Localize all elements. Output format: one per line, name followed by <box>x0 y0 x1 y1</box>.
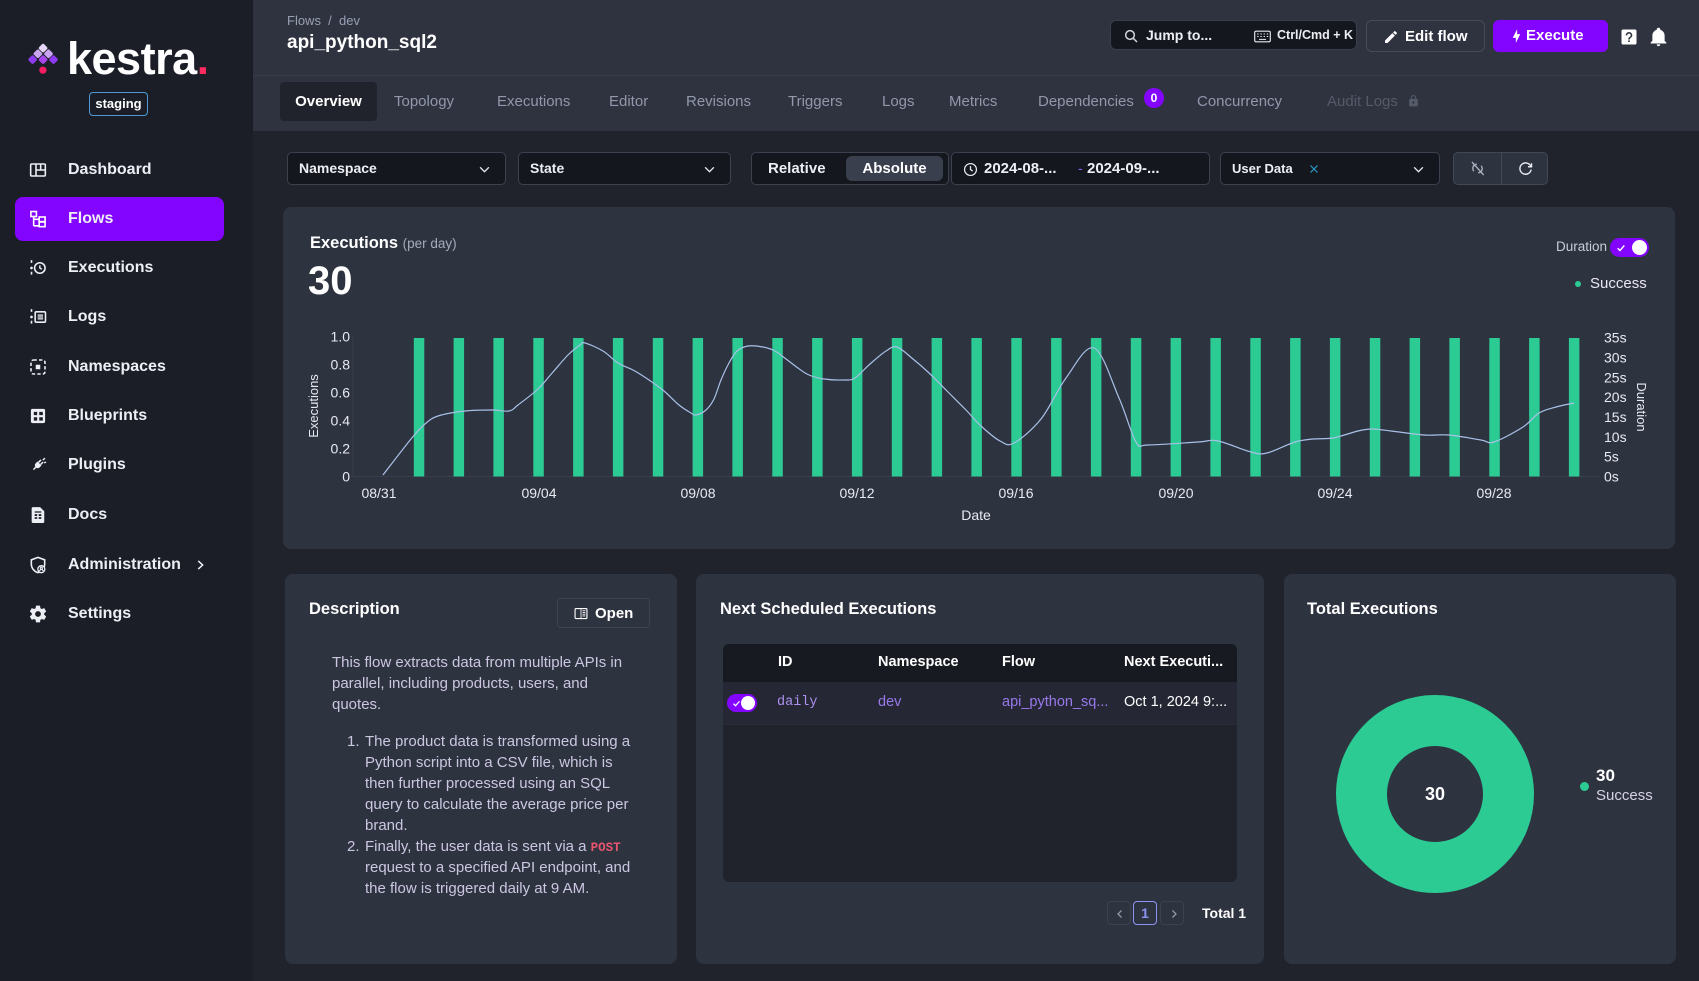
svg-text:30: 30 <box>1425 784 1445 804</box>
svg-text:Date: Date <box>961 507 991 523</box>
svg-text:25s: 25s <box>1604 369 1627 385</box>
svg-text:09/28: 09/28 <box>1476 485 1511 501</box>
svg-text:09/12: 09/12 <box>839 485 874 501</box>
svg-text:Executions: Executions <box>306 374 321 438</box>
svg-text:1.0: 1.0 <box>331 329 351 345</box>
svg-text:0.4: 0.4 <box>331 413 351 429</box>
svg-text:0: 0 <box>342 469 350 485</box>
svg-text:15s: 15s <box>1604 409 1627 425</box>
svg-text:20s: 20s <box>1604 389 1627 405</box>
svg-text:0.6: 0.6 <box>331 385 351 401</box>
svg-text:09/08: 09/08 <box>680 485 715 501</box>
svg-text:09/24: 09/24 <box>1317 485 1352 501</box>
svg-text:30s: 30s <box>1604 350 1627 366</box>
svg-text:0.2: 0.2 <box>331 441 351 457</box>
svg-text:10s: 10s <box>1604 429 1627 445</box>
svg-text:5s: 5s <box>1604 449 1619 465</box>
svg-text:08/31: 08/31 <box>361 485 396 501</box>
svg-text:0s: 0s <box>1604 469 1619 485</box>
svg-text:09/16: 09/16 <box>998 485 1033 501</box>
svg-text:09/20: 09/20 <box>1158 485 1193 501</box>
svg-text:09/04: 09/04 <box>521 485 556 501</box>
svg-text:0.8: 0.8 <box>331 357 351 373</box>
svg-text:35s: 35s <box>1604 330 1627 346</box>
svg-text:Duration: Duration <box>1634 382 1649 431</box>
